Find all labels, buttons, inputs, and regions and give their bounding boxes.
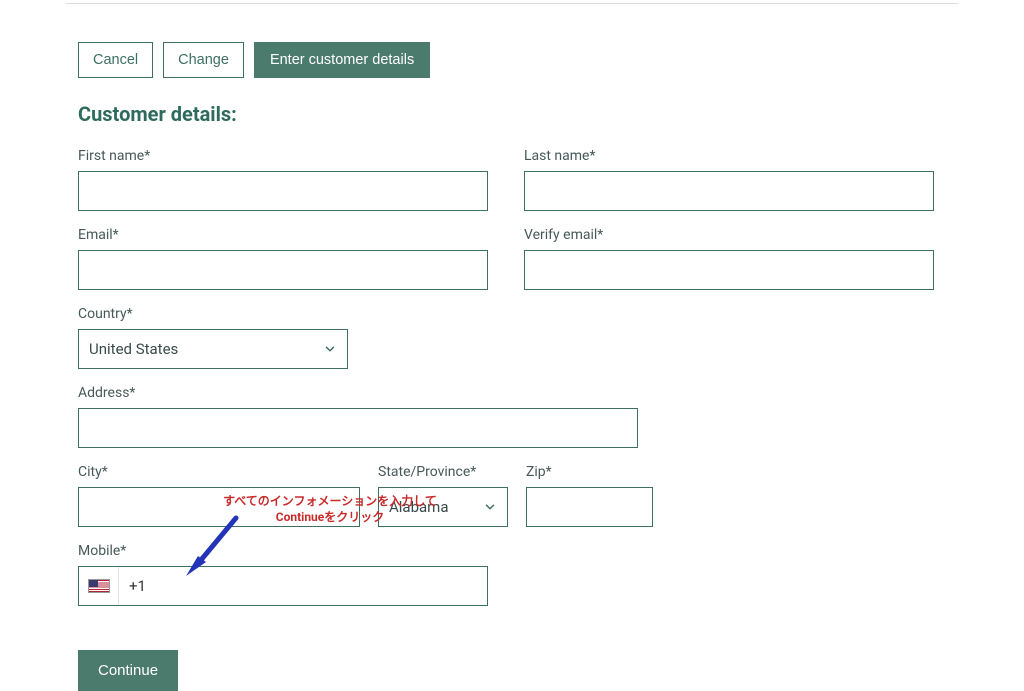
email-label: Email* [78,227,488,243]
continue-button[interactable]: Continue [78,650,178,691]
verify-email-label: Verify email* [524,227,934,243]
dial-code: +1 [119,577,156,595]
top-divider [66,0,958,4]
state-label: State/Province* [378,464,508,480]
section-title: Customer details: [78,102,946,126]
mobile-input[interactable] [156,567,487,605]
annotation-text: すべてのインフォメーションを入力して Continueをクリック [210,493,450,525]
us-flag-icon [88,579,110,593]
form-mode-buttons: Cancel Change Enter customer details [78,42,946,78]
form-container: Cancel Change Enter customer details Cus… [0,42,1024,691]
zip-input[interactable] [526,487,653,527]
row-mobile: Mobile* +1 [78,543,946,606]
row-email: Email* Verify email* [78,227,946,290]
country-label: Country* [78,306,348,322]
country-selected-value: United States [89,340,178,358]
first-name-label: First name* [78,148,488,164]
last-name-label: Last name* [524,148,934,164]
row-country: Country* United States [78,306,946,369]
mobile-label: Mobile* [78,543,488,559]
country-code-selector[interactable] [79,567,119,605]
verify-email-input[interactable] [524,250,934,290]
address-label: Address* [78,385,638,401]
enter-customer-details-button[interactable]: Enter customer details [254,42,430,78]
last-name-input[interactable] [524,171,934,211]
row-city-state-zip: City* State/Province* Alabama Zip* [78,464,946,527]
first-name-input[interactable] [78,171,488,211]
annotation-line2: Continueをクリック [276,510,385,524]
city-label: City* [78,464,360,480]
cancel-button[interactable]: Cancel [78,42,153,78]
annotation-line1: すべてのインフォメーションを入力して [223,494,437,508]
chevron-down-icon [483,500,497,514]
email-input[interactable] [78,250,488,290]
zip-label: Zip* [526,464,653,480]
chevron-down-icon [323,342,337,356]
country-select[interactable]: United States [78,329,348,369]
change-button[interactable]: Change [163,42,244,78]
address-input[interactable] [78,408,638,448]
mobile-input-group: +1 [78,566,488,606]
row-name: First name* Last name* [78,148,946,211]
row-address: Address* [78,385,946,448]
